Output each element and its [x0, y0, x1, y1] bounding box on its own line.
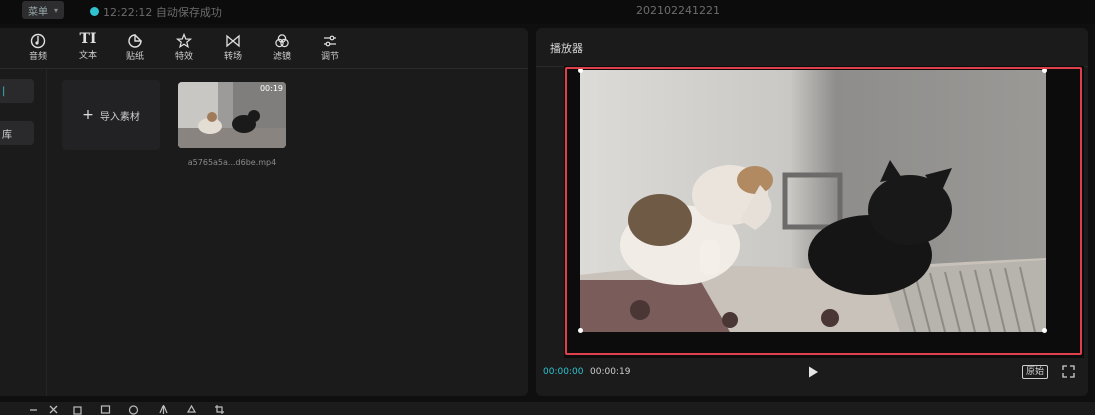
crop-handle[interactable] [1042, 328, 1047, 333]
clip-duration: 00:19 [259, 84, 283, 93]
media-panel: 音频 TI 文本 贴纸 特效 转场 滤镜 调节 | 库 + 导入素材 00:19… [0, 28, 528, 396]
undo-icon[interactable] [28, 404, 39, 415]
sidebar-item-library[interactable]: 库 [0, 121, 34, 145]
tool-text[interactable]: TI 文本 [71, 30, 105, 66]
menu-dropdown[interactable]: 菜单 ▾ [22, 1, 65, 19]
tool-audio-label: 音频 [28, 52, 47, 62]
tool-sticker-label: 贴纸 [125, 52, 144, 62]
tool-transition-label: 转场 [223, 52, 242, 62]
autosave-status-icon [90, 7, 99, 16]
current-time: 00:00:00 [543, 367, 584, 377]
adjust-sliders-icon [324, 35, 336, 47]
crop-handle[interactable] [578, 68, 583, 73]
title-bar: 菜单 ▾ 12:22:12 自动保存成功 202102241221 [0, 0, 1095, 24]
mirror-icon[interactable] [158, 404, 169, 415]
crop-handle[interactable] [1042, 68, 1047, 73]
aspect-ratio-button[interactable]: 原始 [1022, 365, 1049, 379]
asset-toolbar: 音频 TI 文本 贴纸 特效 转场 滤镜 调节 [0, 28, 528, 69]
freeze-icon[interactable] [100, 404, 111, 415]
effects-star-icon [176, 33, 192, 49]
import-media-button[interactable]: + 导入素材 [62, 80, 160, 150]
text-icon: TI [79, 31, 97, 47]
tool-transition[interactable]: 转场 [216, 30, 250, 66]
player-viewport[interactable] [564, 66, 1084, 358]
import-media-label: 导入素材 [99, 111, 140, 123]
delete-icon[interactable] [72, 404, 83, 415]
play-icon[interactable] [806, 365, 820, 379]
tool-effects-label: 特效 [174, 52, 193, 62]
sidebar-item-local[interactable]: | [0, 79, 34, 103]
tool-adjust[interactable]: 调节 [313, 30, 347, 66]
split-icon[interactable] [48, 404, 59, 415]
total-time: 00:00:19 [590, 367, 631, 377]
crop-icon[interactable] [214, 404, 225, 415]
player-panel: 播放器 00:00:00 00:00:19 原始 [536, 28, 1088, 396]
clip-filename: a5765a5a...d6be.mp4 [187, 158, 277, 167]
tool-adjust-label: 调节 [320, 52, 339, 62]
chevron-down-icon: ▾ [54, 5, 59, 15]
media-clip-thumbnail[interactable]: 00:19 [178, 82, 286, 148]
sidebar-item-label: | [2, 85, 6, 97]
rotate-icon[interactable] [186, 404, 197, 415]
music-note-icon [30, 33, 46, 49]
media-sidebar: | 库 [0, 69, 47, 396]
video-preview[interactable] [580, 70, 1046, 332]
sidebar-item-label: 库 [2, 129, 12, 141]
video-preview-image [580, 70, 1046, 332]
filter-icon [275, 34, 289, 48]
tool-filter[interactable]: 滤镜 [265, 30, 299, 66]
tool-text-label: 文本 [78, 51, 97, 61]
autosave-status-text: 12:22:12 自动保存成功 [103, 6, 222, 19]
tool-sticker[interactable]: 贴纸 [118, 30, 152, 66]
reverse-icon[interactable] [128, 404, 139, 415]
sticker-icon [128, 34, 142, 48]
player-title: 播放器 [550, 42, 583, 55]
menu-label: 菜单 [28, 6, 48, 18]
project-title: 202102241221 [636, 4, 720, 17]
tool-effects[interactable]: 特效 [167, 30, 201, 66]
crop-handle[interactable] [578, 328, 583, 333]
plus-icon: + [82, 107, 94, 123]
transition-icon [226, 34, 240, 48]
tool-filter-label: 滤镜 [272, 52, 291, 62]
tool-audio[interactable]: 音频 [21, 30, 55, 66]
fullscreen-icon[interactable] [1062, 365, 1075, 378]
